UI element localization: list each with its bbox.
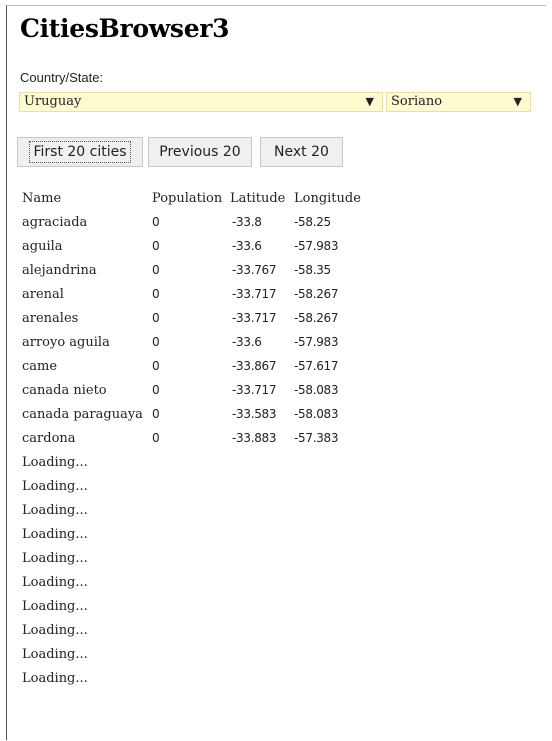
country-select[interactable]: Uruguay ▼ (19, 92, 383, 112)
loading-text: Loading... (22, 599, 88, 614)
column-header-population: Population (152, 191, 223, 206)
city-name: arroyo aguila (22, 335, 110, 350)
first-20-cities-label: First 20 cities (29, 141, 131, 163)
country-state-label: Country/State: (20, 70, 104, 85)
city-population: 0 (152, 311, 160, 325)
loading-text: Loading... (22, 455, 88, 470)
loading-text: Loading... (22, 647, 88, 662)
city-latitude: -33.583 (232, 407, 277, 421)
column-header-latitude: Latitude (230, 191, 286, 206)
city-longitude: -58.267 (294, 311, 339, 325)
city-longitude: -57.983 (294, 335, 339, 349)
page-title: CitiesBrowser3 (20, 14, 230, 43)
city-longitude: -58.083 (294, 407, 339, 421)
loading-text: Loading... (22, 479, 88, 494)
city-population: 0 (152, 407, 160, 421)
city-population: 0 (152, 431, 160, 445)
city-name: arenal (22, 287, 64, 302)
loading-text: Loading... (22, 671, 88, 686)
state-select-value: Soriano (391, 94, 443, 109)
city-name: came (22, 359, 58, 374)
city-longitude: -57.983 (294, 239, 339, 253)
city-population: 0 (152, 263, 160, 277)
first-20-cities-button[interactable]: First 20 cities (17, 137, 143, 167)
loading-text: Loading... (22, 623, 88, 638)
city-latitude: -33.6 (232, 239, 262, 253)
city-population: 0 (152, 287, 160, 301)
city-name: aguila (22, 239, 63, 254)
city-latitude: -33.883 (232, 431, 277, 445)
previous-20-button[interactable]: Previous 20 (148, 137, 252, 167)
city-latitude: -33.6 (232, 335, 262, 349)
chevron-down-icon: ▼ (365, 95, 374, 108)
state-select[interactable]: Soriano ▼ (386, 92, 531, 112)
city-population: 0 (152, 359, 160, 373)
loading-text: Loading... (22, 575, 88, 590)
city-latitude: -33.8 (232, 215, 262, 229)
city-longitude: -58.35 (294, 263, 331, 277)
city-latitude: -33.767 (232, 263, 277, 277)
next-20-button[interactable]: Next 20 (260, 137, 343, 167)
city-longitude: -57.617 (294, 359, 339, 373)
city-name: cardona (22, 431, 76, 446)
column-header-longitude: Longitude (294, 191, 361, 206)
city-latitude: -33.867 (232, 359, 277, 373)
city-population: 0 (152, 335, 160, 349)
chevron-down-icon: ▼ (513, 95, 522, 108)
city-name: canada nieto (22, 383, 107, 398)
city-longitude: -58.083 (294, 383, 339, 397)
city-longitude: -57.383 (294, 431, 339, 445)
city-population: 0 (152, 215, 160, 229)
city-longitude: -58.267 (294, 287, 339, 301)
loading-text: Loading... (22, 551, 88, 566)
city-name: alejandrina (22, 263, 97, 278)
city-name: canada paraguaya (22, 407, 143, 422)
city-latitude: -33.717 (232, 383, 277, 397)
loading-text: Loading... (22, 527, 88, 542)
country-select-value: Uruguay (24, 94, 82, 109)
loading-text: Loading... (22, 503, 88, 518)
city-latitude: -33.717 (232, 311, 277, 325)
city-name: agraciada (22, 215, 88, 230)
city-name: arenales (22, 311, 79, 326)
column-header-name: Name (22, 191, 62, 206)
city-population: 0 (152, 239, 160, 253)
city-longitude: -58.25 (294, 215, 331, 229)
city-latitude: -33.717 (232, 287, 277, 301)
city-population: 0 (152, 383, 160, 397)
